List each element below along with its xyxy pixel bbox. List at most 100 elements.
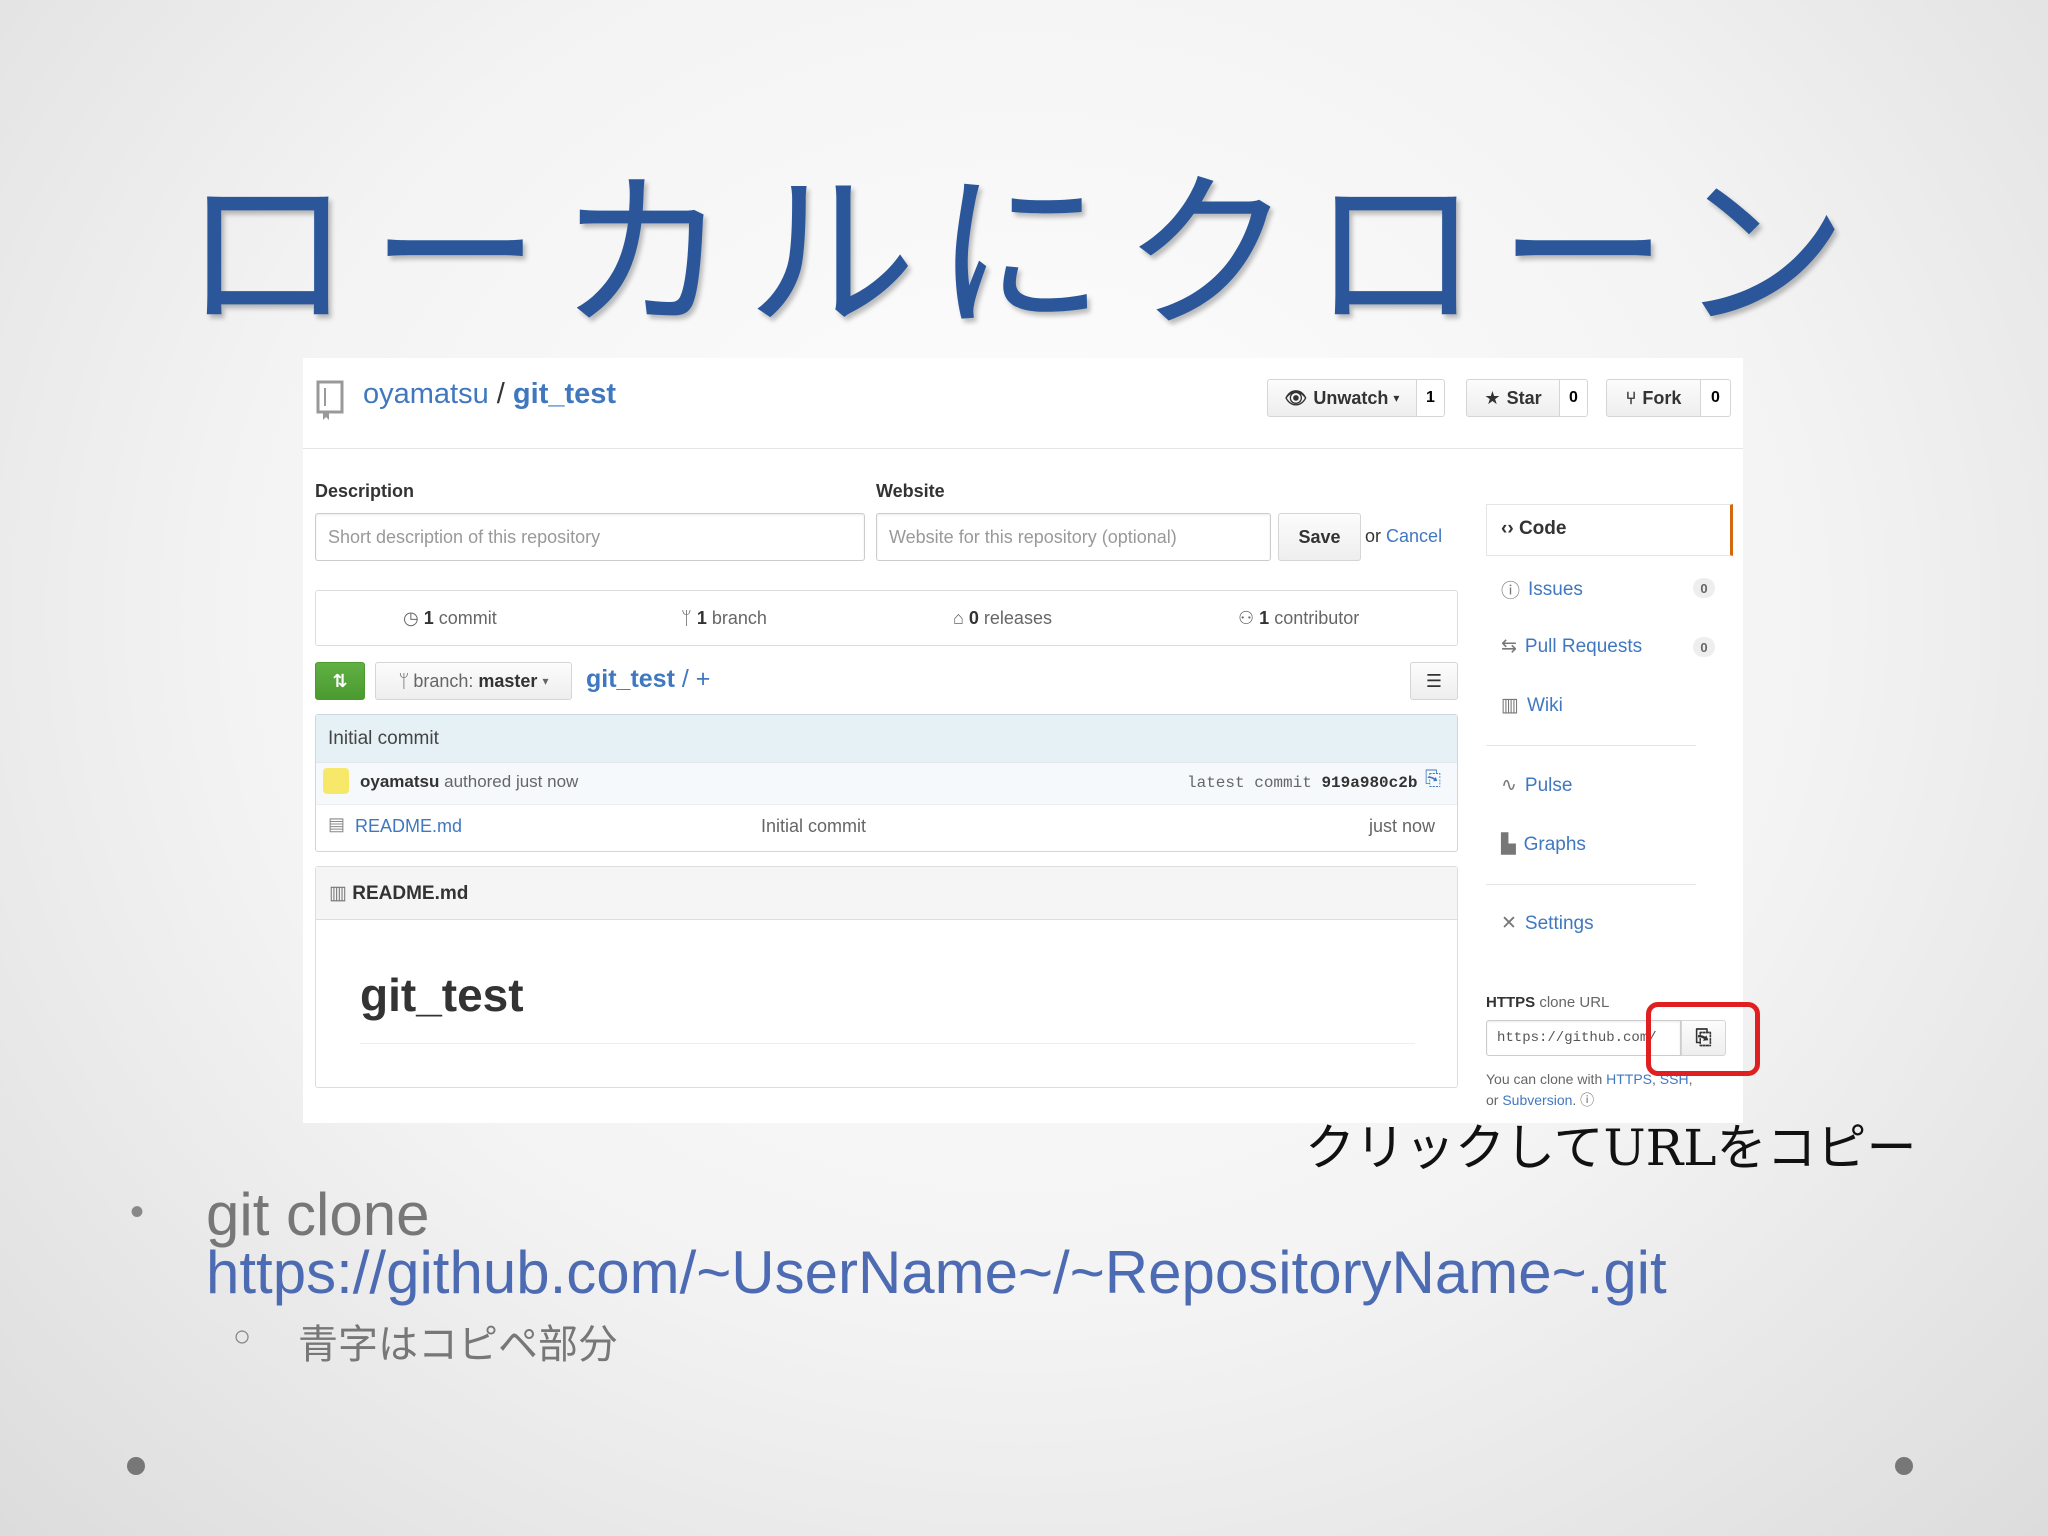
branch-name: master — [478, 670, 538, 691]
corner-dot-left — [127, 1457, 145, 1475]
fork-label: Fork — [1642, 387, 1682, 408]
list-view-button[interactable]: ☰ — [1410, 662, 1458, 700]
new-file-link[interactable]: / + — [682, 665, 711, 693]
bullet-dot: • — [130, 1190, 145, 1234]
repo-icon — [315, 380, 345, 425]
list-icon: ☰ — [1425, 670, 1443, 691]
clone-https-link[interactable]: HTTPS — [1606, 1071, 1652, 1087]
repo-name-link[interactable]: git_test — [513, 378, 616, 410]
sidebar-item-graphs[interactable]: ▙ Graphs — [1501, 833, 1586, 856]
header-divider — [303, 448, 1743, 449]
star-button[interactable]: ★ Star — [1466, 379, 1560, 417]
commits-count: 1 — [423, 608, 434, 628]
repo-separator: / — [496, 378, 505, 410]
sidebar-wiki-label: Wiki — [1526, 694, 1563, 716]
star-label: Star — [1506, 387, 1542, 408]
unwatch-label: Unwatch — [1313, 387, 1389, 408]
website-label: Website — [876, 481, 945, 501]
copy-annotation: クリックしてURLをコピー — [1305, 1119, 1917, 1177]
description-label: Description — [315, 481, 415, 501]
sidebar-divider-2 — [1486, 884, 1696, 885]
sidebar-item-pull-requests[interactable]: ⇆ Pull Requests — [1501, 635, 1642, 658]
copy-sha-icon[interactable]: ⎘ — [1425, 768, 1441, 791]
fork-count[interactable]: 0 — [1701, 379, 1731, 417]
question-icon: ⓘ — [1580, 1092, 1595, 1108]
tag-icon: ⌂ — [953, 608, 964, 628]
wiki-icon: ▥ — [1501, 695, 1519, 716]
git-compare-icon: ⇅ — [332, 670, 348, 691]
star-count[interactable]: 0 — [1560, 379, 1588, 417]
compare-button[interactable]: ⇅ — [315, 662, 365, 700]
watch-count[interactable]: 1 — [1417, 379, 1445, 417]
slide-title: ローカルにクローン — [182, 156, 1866, 354]
commit-author-line: oyamatsu authored just now — [360, 772, 578, 792]
issue-icon: ⓘ — [1501, 581, 1521, 602]
sidebar-code-label: Code — [1518, 518, 1567, 539]
latest-commit-label: latest commit — [1187, 774, 1312, 792]
cancel-link[interactable]: Cancel — [1386, 526, 1442, 546]
website-input[interactable]: Website for this repository (optional) — [876, 513, 1271, 561]
save-button[interactable]: Save — [1278, 513, 1361, 561]
commit-tease — [316, 715, 1457, 762]
file-name-link[interactable]: README.md — [355, 816, 462, 837]
releases-count: 0 — [968, 608, 979, 628]
clone-help-or: or — [1486, 1092, 1499, 1108]
readme-header — [316, 867, 1457, 920]
commit-author-link[interactable]: oyamatsu — [360, 772, 439, 791]
branches-link[interactable]: ᛘ 1 branch — [681, 608, 767, 629]
clone-url-label: HTTPS clone URL — [1486, 994, 1609, 1011]
contributors-link[interactable]: ⚇ 1 contributor — [1238, 608, 1359, 629]
readme-heading: git_test — [360, 969, 524, 1021]
readme-header-title: ▥ README.md — [329, 882, 468, 905]
file-commit-message[interactable]: Initial commit — [761, 816, 866, 837]
commits-link[interactable]: ◷ 1 commit — [403, 608, 497, 629]
file-text-icon: ▤ — [328, 814, 346, 834]
sidebar-issues-label: Issues — [1528, 578, 1583, 600]
pulls-counter: 0 — [1693, 637, 1715, 657]
bullet-url: https://github.com/~UserName~/~Repositor… — [206, 1239, 1667, 1306]
latest-commit: latest commit 919a980c2b — [1187, 774, 1417, 792]
sidebar-code: ‹› Code — [1501, 518, 1566, 540]
repo-title: oyamatsu / git_test — [363, 378, 616, 411]
commit-sha-link[interactable]: 919a980c2b — [1321, 774, 1417, 792]
sidebar-graphs-label: Graphs — [1523, 833, 1586, 855]
sub-bullet-circle: ○ — [233, 1320, 252, 1353]
branches-text: branch — [711, 608, 767, 628]
branches-count: 1 — [696, 608, 707, 628]
cancel-group: or Cancel — [1365, 526, 1442, 547]
book-icon: ▥ — [329, 883, 347, 904]
avatar[interactable] — [323, 768, 349, 794]
fork-button[interactable]: ⑂ Fork — [1606, 379, 1701, 417]
or-text: or — [1365, 526, 1382, 546]
branch-select-icon: ᛘ — [398, 670, 410, 691]
commit-message[interactable]: Initial commit — [328, 728, 439, 750]
clone-protocol: HTTPS — [1486, 994, 1536, 1011]
branch-select[interactable]: ᛘ branch: master ▾ — [375, 662, 572, 700]
sidebar-item-wiki[interactable]: ▥ Wiki — [1501, 694, 1563, 717]
pulse-icon: ∿ — [1501, 775, 1517, 796]
sidebar-item-pulse[interactable]: ∿ Pulse — [1501, 774, 1572, 797]
branch-prefix: branch: — [413, 670, 474, 691]
description-input[interactable]: Short description of this repository — [315, 513, 865, 561]
clone-subversion-link[interactable]: Subversion — [1502, 1092, 1572, 1108]
sidebar-divider-1 — [1486, 745, 1696, 746]
sidebar-pulse-label: Pulse — [1524, 774, 1573, 796]
readme-header-label: README.md — [352, 883, 469, 904]
eye-icon: 👁 — [1284, 387, 1308, 408]
repo-owner-link[interactable]: oyamatsu — [363, 378, 489, 410]
breadcrumb-repo-link[interactable]: git_test — [586, 665, 675, 693]
corner-dot-right — [1895, 1457, 1913, 1475]
file-age: just now — [1369, 816, 1436, 836]
clone-label-text: clone URL — [1539, 994, 1610, 1011]
organization-icon: ⚇ — [1238, 608, 1255, 628]
breadcrumb: git_test / + — [586, 665, 710, 694]
tools-icon: ✕ — [1501, 913, 1517, 934]
commit-authored-text: authored just now — [444, 772, 579, 791]
sidebar-item-settings[interactable]: ✕ Settings — [1501, 912, 1594, 935]
fork-icon: ⑂ — [1625, 387, 1637, 408]
unwatch-button[interactable]: 👁 Unwatch ▾ — [1267, 379, 1417, 417]
sidebar-item-issues[interactable]: ⓘ Issues — [1501, 576, 1583, 603]
sidebar-settings-label: Settings — [1524, 912, 1594, 934]
releases-link[interactable]: ⌂ 0 releases — [953, 608, 1052, 629]
contributors-text: contributor — [1274, 608, 1360, 628]
